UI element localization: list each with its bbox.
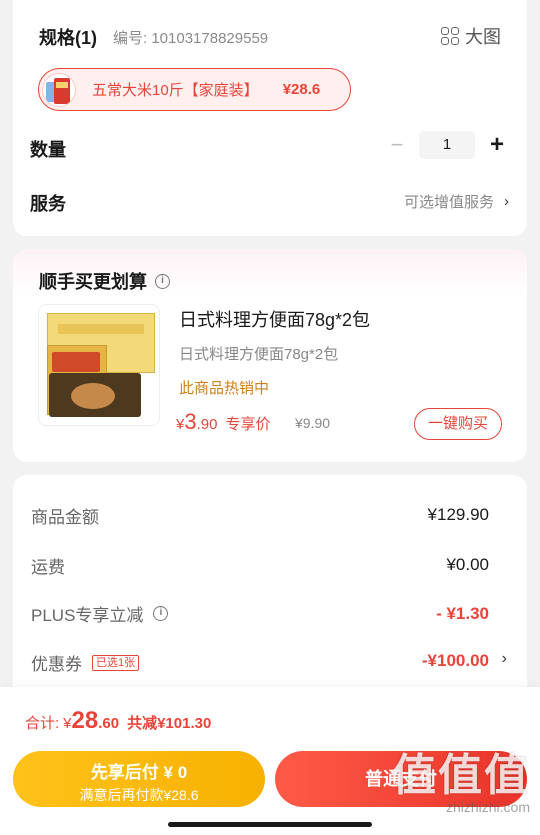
bundle-product-subtitle: 日式料理方便面78g*2包: [179, 346, 339, 363]
original-price: ¥9.90: [295, 415, 331, 431]
pay-later-line2: 满意后再付款¥28.6: [79, 787, 199, 803]
coupon-row[interactable]: 优惠券 已选1张: [31, 650, 140, 675]
coupon-selected-badge: 已选1张: [92, 654, 140, 671]
bundle-price: ¥ 3 .90 专享价: [176, 409, 270, 435]
regular-pay-button[interactable]: 普通支付: [275, 751, 527, 807]
big-view-button[interactable]: 大图: [441, 23, 501, 49]
home-indicator[interactable]: [168, 822, 372, 827]
bundle-product-name[interactable]: 日式料理方便面78g*2包: [179, 306, 370, 332]
shipping-label: 运费: [31, 558, 65, 577]
chevron-right-icon[interactable]: ›: [502, 650, 507, 668]
spec-option-price: ¥28.6: [282, 81, 321, 98]
plus-discount-label: PLUS专享立减 i: [31, 601, 169, 626]
bundle-title-text: 顺手买更划算: [39, 272, 147, 292]
service-link-text: 可选增值服务: [403, 194, 494, 211]
spec-card: 规格(1) 编号: 10103178829559 大图 五常大米10斤【家庭装】…: [13, 0, 527, 236]
minus-button[interactable]: −: [385, 132, 409, 158]
info-icon[interactable]: i: [153, 606, 169, 621]
big-view-label: 大图: [465, 27, 501, 47]
spec-title: 规格(1): [39, 28, 97, 48]
bundle-card: 顺手买更划算 i 日式料理方便面78g*2包 日式料理方便面78g*2包 此商品…: [13, 249, 527, 462]
goods-amount-label: 商品金额: [31, 508, 99, 527]
shipping-value: ¥0.00: [446, 555, 489, 574]
one-click-buy-button[interactable]: 一键购买: [414, 408, 502, 440]
total-decimal: .60: [98, 715, 120, 732]
quantity-stepper: − 1 +: [385, 131, 509, 159]
total-saving: 共减¥101.30: [127, 715, 212, 732]
service-label: 服务: [30, 194, 66, 214]
spec-option-chip[interactable]: 五常大米10斤【家庭装】 ¥28.6: [38, 68, 351, 111]
price-decimal: .90: [196, 416, 218, 433]
grid-icon: [441, 27, 459, 45]
total-yen: ¥: [63, 715, 72, 732]
value-added-service-link[interactable]: 可选增值服务 ›: [404, 191, 509, 212]
plus-discount-text: PLUS专享立减: [31, 606, 144, 625]
coupon-value: -¥100.00: [421, 651, 489, 670]
pay-later-button[interactable]: 先享后付 ¥ 0 满意后再付款¥28.6: [13, 751, 265, 807]
coupon-label: 优惠券: [31, 655, 82, 674]
price-yen: ¥: [176, 416, 185, 433]
total-label: 合计:: [25, 715, 60, 732]
hot-selling-tag: 此商品热销中: [179, 380, 270, 397]
quantity-input[interactable]: 1: [419, 131, 475, 159]
total-integer: 28: [71, 707, 99, 734]
pay-later-line1: 先享后付 ¥ 0: [90, 763, 188, 782]
plus-discount-value: - ¥1.30: [436, 604, 489, 623]
noodle-product-image[interactable]: [38, 304, 160, 426]
chevron-right-icon: ›: [504, 193, 509, 210]
rice-thumbnail: [42, 72, 76, 107]
price-integer: 3: [184, 409, 197, 434]
info-icon[interactable]: i: [155, 273, 170, 289]
checkout-bar: 合计: ¥ 28 .60 共减¥101.30 先享后付 ¥ 0 满意后再付款¥2…: [0, 687, 540, 835]
bundle-title: 顺手买更划算 i: [39, 268, 170, 294]
order-total: 合计: ¥ 28 .60 共减¥101.30: [25, 707, 211, 735]
plus-button[interactable]: +: [485, 131, 509, 159]
quantity-label: 数量: [30, 140, 66, 160]
goods-amount-value: ¥129.90: [427, 505, 489, 524]
spec-option-name: 五常大米10斤【家庭装】: [92, 82, 259, 99]
exclusive-price-tag: 专享价: [225, 416, 271, 433]
order-summary-card: 商品金额 ¥129.90 运费 ¥0.00 PLUS专享立减 i - ¥1.30…: [13, 475, 527, 715]
product-code: 编号: 10103178829559: [113, 30, 269, 47]
